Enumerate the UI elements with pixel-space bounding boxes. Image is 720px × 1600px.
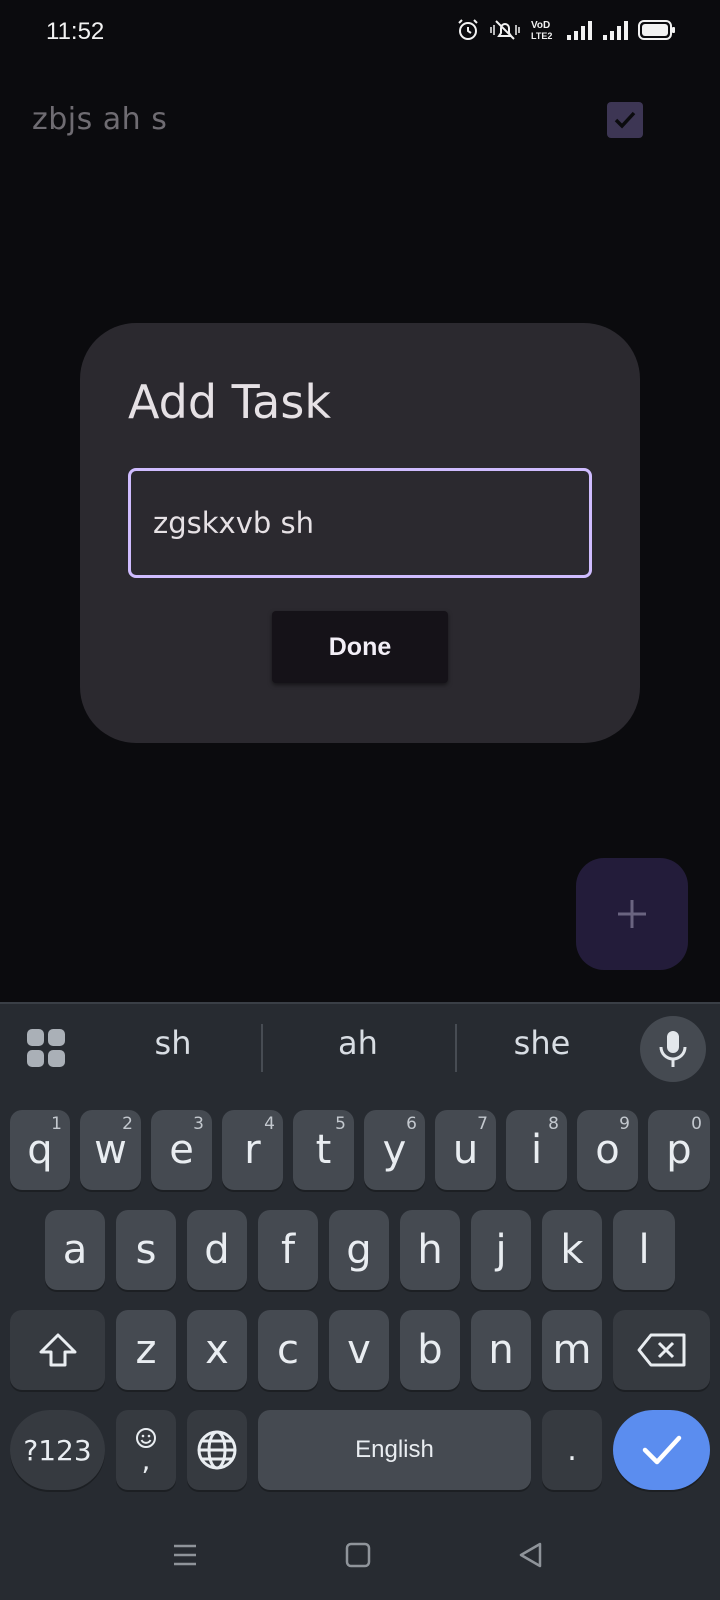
key-r[interactable]: r4 xyxy=(222,1110,283,1190)
key-s[interactable]: s xyxy=(116,1210,176,1290)
key-h[interactable]: h xyxy=(400,1210,460,1290)
key-v[interactable]: v xyxy=(329,1310,389,1390)
suggestion-bar: sh ah she xyxy=(0,1004,720,1094)
period-key[interactable]: . xyxy=(542,1410,602,1490)
emoji-comma-key[interactable]: , xyxy=(116,1410,176,1490)
check-icon xyxy=(614,111,636,129)
suggestion-divider xyxy=(261,1024,263,1072)
checkmark-icon xyxy=(642,1435,681,1465)
key-k[interactable]: k xyxy=(542,1210,602,1290)
apps-grid-icon[interactable] xyxy=(26,1028,66,1068)
key-w[interactable]: w2 xyxy=(80,1110,141,1190)
key-t[interactable]: t5 xyxy=(293,1110,354,1190)
key-y[interactable]: y6 xyxy=(364,1110,425,1190)
signal-icon-2 xyxy=(602,19,628,41)
key-j[interactable]: j xyxy=(471,1210,531,1290)
key-o[interactable]: o9 xyxy=(577,1110,638,1190)
back-icon xyxy=(519,1542,542,1568)
comma-label: , xyxy=(141,1444,151,1477)
home-button[interactable] xyxy=(343,1540,373,1570)
enter-key[interactable] xyxy=(613,1410,710,1490)
mute-icon xyxy=(490,18,520,42)
key-z[interactable]: z xyxy=(116,1310,176,1390)
key-g[interactable]: g xyxy=(329,1210,389,1290)
status-time: 11:52 xyxy=(46,18,105,45)
dialog-title: Add Task xyxy=(128,375,331,429)
recents-icon xyxy=(174,1544,196,1566)
key-a[interactable]: a xyxy=(45,1210,105,1290)
globe-icon xyxy=(197,1430,237,1470)
add-task-fab[interactable] xyxy=(576,858,688,970)
add-task-dialog: Add Task Done xyxy=(80,323,640,743)
battery-icon xyxy=(638,19,676,41)
task-checkbox[interactable] xyxy=(607,102,643,138)
shift-key[interactable] xyxy=(10,1310,105,1390)
key-c[interactable]: c xyxy=(258,1310,318,1390)
key-p[interactable]: p0 xyxy=(648,1110,710,1190)
key-d[interactable]: d xyxy=(187,1210,247,1290)
volte-icon: VoD LTE2 xyxy=(530,18,556,42)
suggestion-3[interactable]: she xyxy=(462,1024,622,1062)
backspace-key[interactable] xyxy=(613,1310,710,1390)
recents-button[interactable] xyxy=(170,1540,200,1570)
status-icons: VoD LTE2 xyxy=(456,18,676,42)
mic-icon xyxy=(659,1031,687,1067)
task-input[interactable] xyxy=(128,468,592,578)
signal-icon xyxy=(566,19,592,41)
task-text: zbjs ah s xyxy=(32,102,168,137)
plus-icon xyxy=(618,900,646,928)
key-n[interactable]: n xyxy=(471,1310,531,1390)
svg-text:LTE2: LTE2 xyxy=(531,31,552,41)
key-f[interactable]: f xyxy=(258,1210,318,1290)
language-key[interactable] xyxy=(187,1410,247,1490)
suggestion-2[interactable]: ah xyxy=(278,1024,438,1062)
svg-text:VoD: VoD xyxy=(531,20,550,31)
home-icon xyxy=(345,1542,371,1568)
status-bar: 11:52 VoD LTE2 xyxy=(0,0,720,64)
key-x[interactable]: x xyxy=(187,1310,247,1390)
key-q[interactable]: q1 xyxy=(10,1110,70,1190)
key-u[interactable]: u7 xyxy=(435,1110,496,1190)
suggestion-divider xyxy=(455,1024,457,1072)
backspace-icon xyxy=(637,1333,685,1367)
done-button[interactable]: Done xyxy=(272,611,448,683)
key-b[interactable]: b xyxy=(400,1310,460,1390)
key-m[interactable]: m xyxy=(542,1310,602,1390)
key-i[interactable]: i8 xyxy=(506,1110,567,1190)
symbols-key[interactable]: ?123 xyxy=(10,1410,105,1490)
alarm-icon xyxy=(456,18,480,42)
key-l[interactable]: l xyxy=(613,1210,675,1290)
back-button[interactable] xyxy=(516,1540,546,1570)
shift-icon xyxy=(39,1333,76,1367)
space-key[interactable]: English xyxy=(258,1410,531,1490)
suggestion-1[interactable]: sh xyxy=(93,1024,253,1062)
key-e[interactable]: e3 xyxy=(151,1110,212,1190)
mic-button[interactable] xyxy=(640,1016,706,1082)
